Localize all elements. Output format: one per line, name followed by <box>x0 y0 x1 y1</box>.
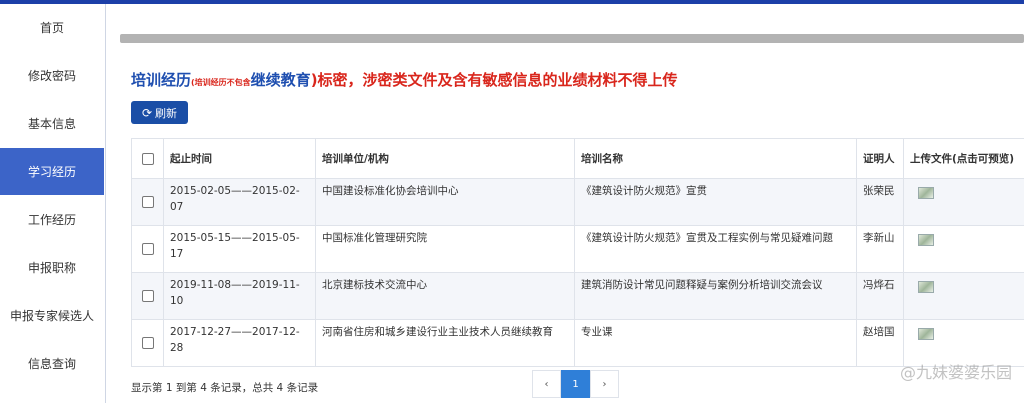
refresh-label: 刷新 <box>155 106 178 120</box>
org-cell: 中国建设标准化协会培训中心 <box>315 178 575 226</box>
row-select-cell <box>131 272 164 320</box>
period-cell: 2019-11-08——2019-11-10 <box>163 272 316 320</box>
refresh-button[interactable]: ⟳ 刷新 <box>131 101 188 124</box>
sidebar-item-info-query[interactable]: 信息查询 <box>0 340 104 387</box>
column-header[interactable]: 起止时间 <box>163 138 316 179</box>
training-name-cell: 《建筑设计防火规范》宣贯 <box>574 178 857 226</box>
training-name-cell: 《建筑设计防火规范》宣贯及工程实例与常见疑难问题 <box>574 225 857 273</box>
sidebar-item-label: 申报专家候选人 <box>9 309 94 323</box>
sidebar-item-label: 工作经历 <box>27 213 76 227</box>
row-select-cell <box>131 178 164 226</box>
witness-cell: 张荣民 <box>856 178 904 226</box>
row-select-cell <box>131 225 164 273</box>
column-header[interactable]: 证明人 <box>856 138 904 179</box>
upload-cell <box>903 272 1024 320</box>
file-thumbnail-icon[interactable] <box>918 187 934 199</box>
file-thumbnail-icon[interactable] <box>918 281 934 293</box>
org-cell: 北京建标技术交流中心 <box>315 272 575 320</box>
sidebar-item-change-password[interactable]: 修改密码 <box>0 52 104 99</box>
refresh-icon: ⟳ <box>141 105 153 120</box>
page-title: 培训经历(培训经历不包含继续教育)标密，涉密类文件及含有敏感信息的业绩材料不得上… <box>131 71 678 89</box>
select-all-checkbox[interactable] <box>141 152 154 165</box>
main-content: 培训经历(培训经历不包含继续教育)标密，涉密类文件及含有敏感信息的业绩材料不得上… <box>110 4 1024 403</box>
table-row[interactable]: 2015-05-15——2015-05-17 中国标准化管理研究院 《建筑设计防… <box>131 225 1024 273</box>
sidebar: 首页 修改密码 基本信息 学习经历 工作经历 申报职称 申报专家候选人 信息查询 <box>0 4 106 403</box>
sidebar-item-study-history[interactable]: 学习经历 <box>0 148 104 195</box>
sidebar-item-basic-info[interactable]: 基本信息 <box>0 100 104 147</box>
witness-cell: 冯烨石 <box>856 272 904 320</box>
pagination-summary: 显示第 1 到第 4 条记录，总共 4 条记录 <box>131 382 319 394</box>
row-checkbox[interactable] <box>141 290 154 302</box>
upload-cell <box>903 225 1024 273</box>
sidebar-item-label: 申报职称 <box>27 261 76 275</box>
sidebar-item-label: 修改密码 <box>27 69 76 83</box>
prev-page-button[interactable]: ‹ <box>532 370 561 398</box>
next-page-button[interactable]: › <box>590 370 619 398</box>
pagination: ‹ 1 › <box>532 370 619 398</box>
training-name-cell: 专业课 <box>574 319 857 367</box>
witness-cell: 李新山 <box>856 225 904 273</box>
org-cell: 中国标准化管理研究院 <box>315 225 575 273</box>
row-select-cell <box>131 319 164 367</box>
file-thumbnail-icon[interactable] <box>918 328 934 340</box>
sidebar-item-work-history[interactable]: 工作经历 <box>0 196 104 243</box>
org-cell: 河南省住房和城乡建设行业主业技术人员继续教育 <box>315 319 575 367</box>
period-cell: 2015-02-05——2015-02-07 <box>163 178 316 226</box>
sidebar-item-label: 基本信息 <box>27 117 76 131</box>
row-checkbox[interactable] <box>141 196 154 208</box>
file-thumbnail-icon[interactable] <box>918 234 934 246</box>
training-table: 起止时间 培训单位/机构 培训名称 证明人 上传文件(点击可预览) 2015-0… <box>131 138 1024 367</box>
sidebar-item-expert-candidate[interactable]: 申报专家候选人 <box>0 292 104 339</box>
period-cell: 2015-05-15——2015-05-17 <box>163 225 316 273</box>
column-header[interactable]: 培训名称 <box>574 138 857 179</box>
page-1-button[interactable]: 1 <box>561 370 590 398</box>
training-name-cell: 建筑消防设计常见问题释疑与案例分析培训交流会议 <box>574 272 857 320</box>
sidebar-item-label: 信息查询 <box>27 357 76 371</box>
table-row[interactable]: 2015-02-05——2015-02-07 中国建设标准化协会培训中心 《建筑… <box>131 178 1024 226</box>
column-header[interactable]: 上传文件(点击可预览) <box>903 138 1024 179</box>
column-header[interactable]: 培训单位/机构 <box>315 138 575 179</box>
table-row[interactable]: 2017-12-27——2017-12-28 河南省住房和城乡建设行业主业技术人… <box>131 319 1024 367</box>
watermark: @九妹婆婆乐园 <box>900 363 1013 382</box>
witness-cell: 赵培国 <box>856 319 904 367</box>
select-all-cell <box>131 138 164 179</box>
sidebar-item-home[interactable]: 首页 <box>0 4 104 51</box>
sidebar-item-label: 首页 <box>39 21 64 35</box>
sidebar-item-apply-title[interactable]: 申报职称 <box>0 244 104 291</box>
table-row[interactable]: 2019-11-08——2019-11-10 北京建标技术交流中心 建筑消防设计… <box>131 272 1024 320</box>
row-checkbox[interactable] <box>141 243 154 255</box>
sidebar-item-label: 学习经历 <box>27 165 76 179</box>
upload-cell <box>903 178 1024 226</box>
divider-bar <box>120 34 1024 43</box>
table-header-row: 起止时间 培训单位/机构 培训名称 证明人 上传文件(点击可预览) <box>131 138 1024 179</box>
row-checkbox[interactable] <box>141 337 154 349</box>
period-cell: 2017-12-27——2017-12-28 <box>163 319 316 367</box>
